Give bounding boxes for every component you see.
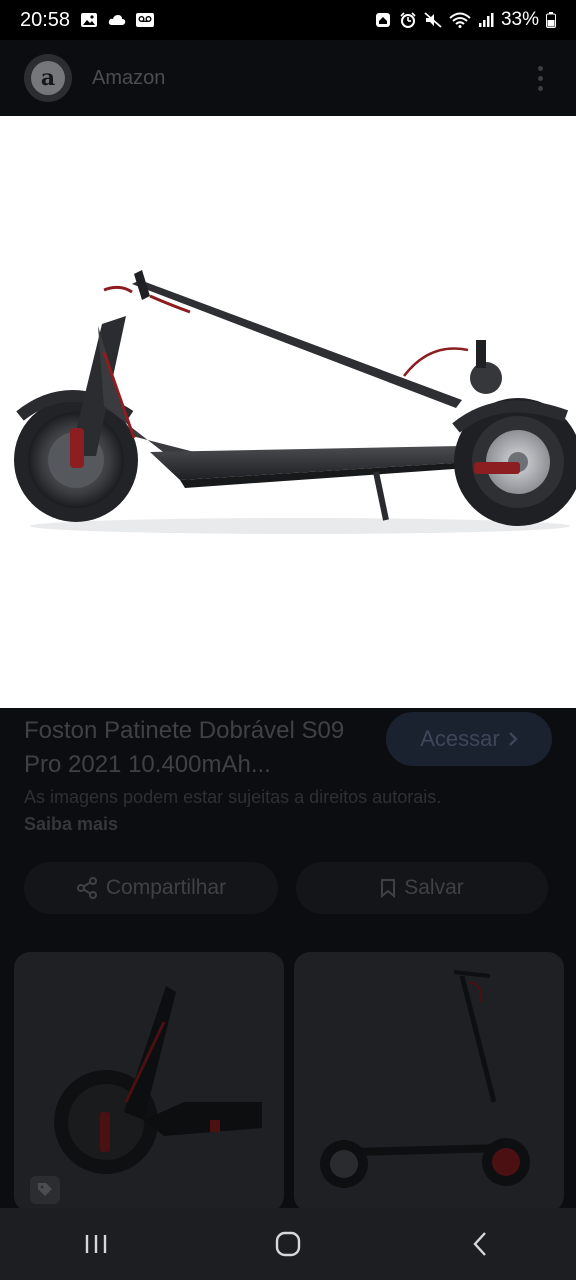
- scooter-image: [14, 270, 576, 534]
- alarm-icon: [400, 12, 416, 28]
- bookmark-icon: [381, 879, 396, 898]
- chevron-right-icon: [508, 732, 518, 746]
- more-options-icon[interactable]: [528, 63, 552, 93]
- wifi-icon: [449, 12, 471, 28]
- share-label: Compartilhar: [105, 876, 227, 899]
- mute-icon: [424, 12, 442, 28]
- copyright-notice: As imagens podem estar sujeitas a direit…: [24, 784, 444, 838]
- save-button[interactable]: Salvar: [296, 862, 548, 914]
- scooter-thumbnail: [320, 970, 530, 1188]
- recent-apps-button[interactable]: [56, 1219, 136, 1269]
- back-button[interactable]: [440, 1219, 520, 1269]
- tag-icon: [30, 1176, 60, 1204]
- scooter-thumbnail: [54, 986, 262, 1174]
- rights-text: As imagens podem estar sujeitas a direit…: [24, 787, 442, 807]
- signal-icon: [478, 13, 494, 27]
- battery-icon: [546, 12, 556, 28]
- related-image-1[interactable]: [14, 952, 284, 1212]
- source-avatar[interactable]: a: [24, 54, 72, 102]
- house-icon: [375, 13, 390, 27]
- access-button[interactable]: Acessar: [386, 712, 552, 766]
- home-button[interactable]: [248, 1219, 328, 1269]
- access-label: Acessar: [420, 726, 500, 751]
- cloud-icon: [108, 15, 126, 25]
- avatar-letter: a: [31, 61, 65, 95]
- share-button[interactable]: Compartilhar: [24, 862, 278, 914]
- learn-more-link[interactable]: Saiba mais: [24, 814, 118, 834]
- back-icon: [473, 1232, 486, 1256]
- source-title[interactable]: Amazon: [92, 67, 165, 90]
- home-icon: [275, 1231, 301, 1257]
- recent-apps-icon: [85, 1235, 107, 1253]
- image-icon: [81, 13, 98, 27]
- system-nav-bar: [0, 1208, 576, 1280]
- app-bar: a Amazon: [0, 40, 576, 116]
- details-panel: Foston Patinete Dobrável S09 Pro 2021 10…: [0, 708, 576, 1212]
- save-label: Salvar: [404, 876, 464, 899]
- voicemail-icon: [136, 13, 155, 27]
- share-icon: [76, 877, 97, 899]
- product-title[interactable]: Foston Patinete Dobrável S09 Pro 2021 10…: [24, 714, 364, 782]
- related-image-2[interactable]: [294, 952, 564, 1212]
- hero-image[interactable]: [0, 116, 576, 708]
- battery-percent: 33%: [500, 9, 539, 30]
- status-bar: 20:58 33%: [0, 0, 576, 40]
- status-time: 20:58: [20, 8, 71, 31]
